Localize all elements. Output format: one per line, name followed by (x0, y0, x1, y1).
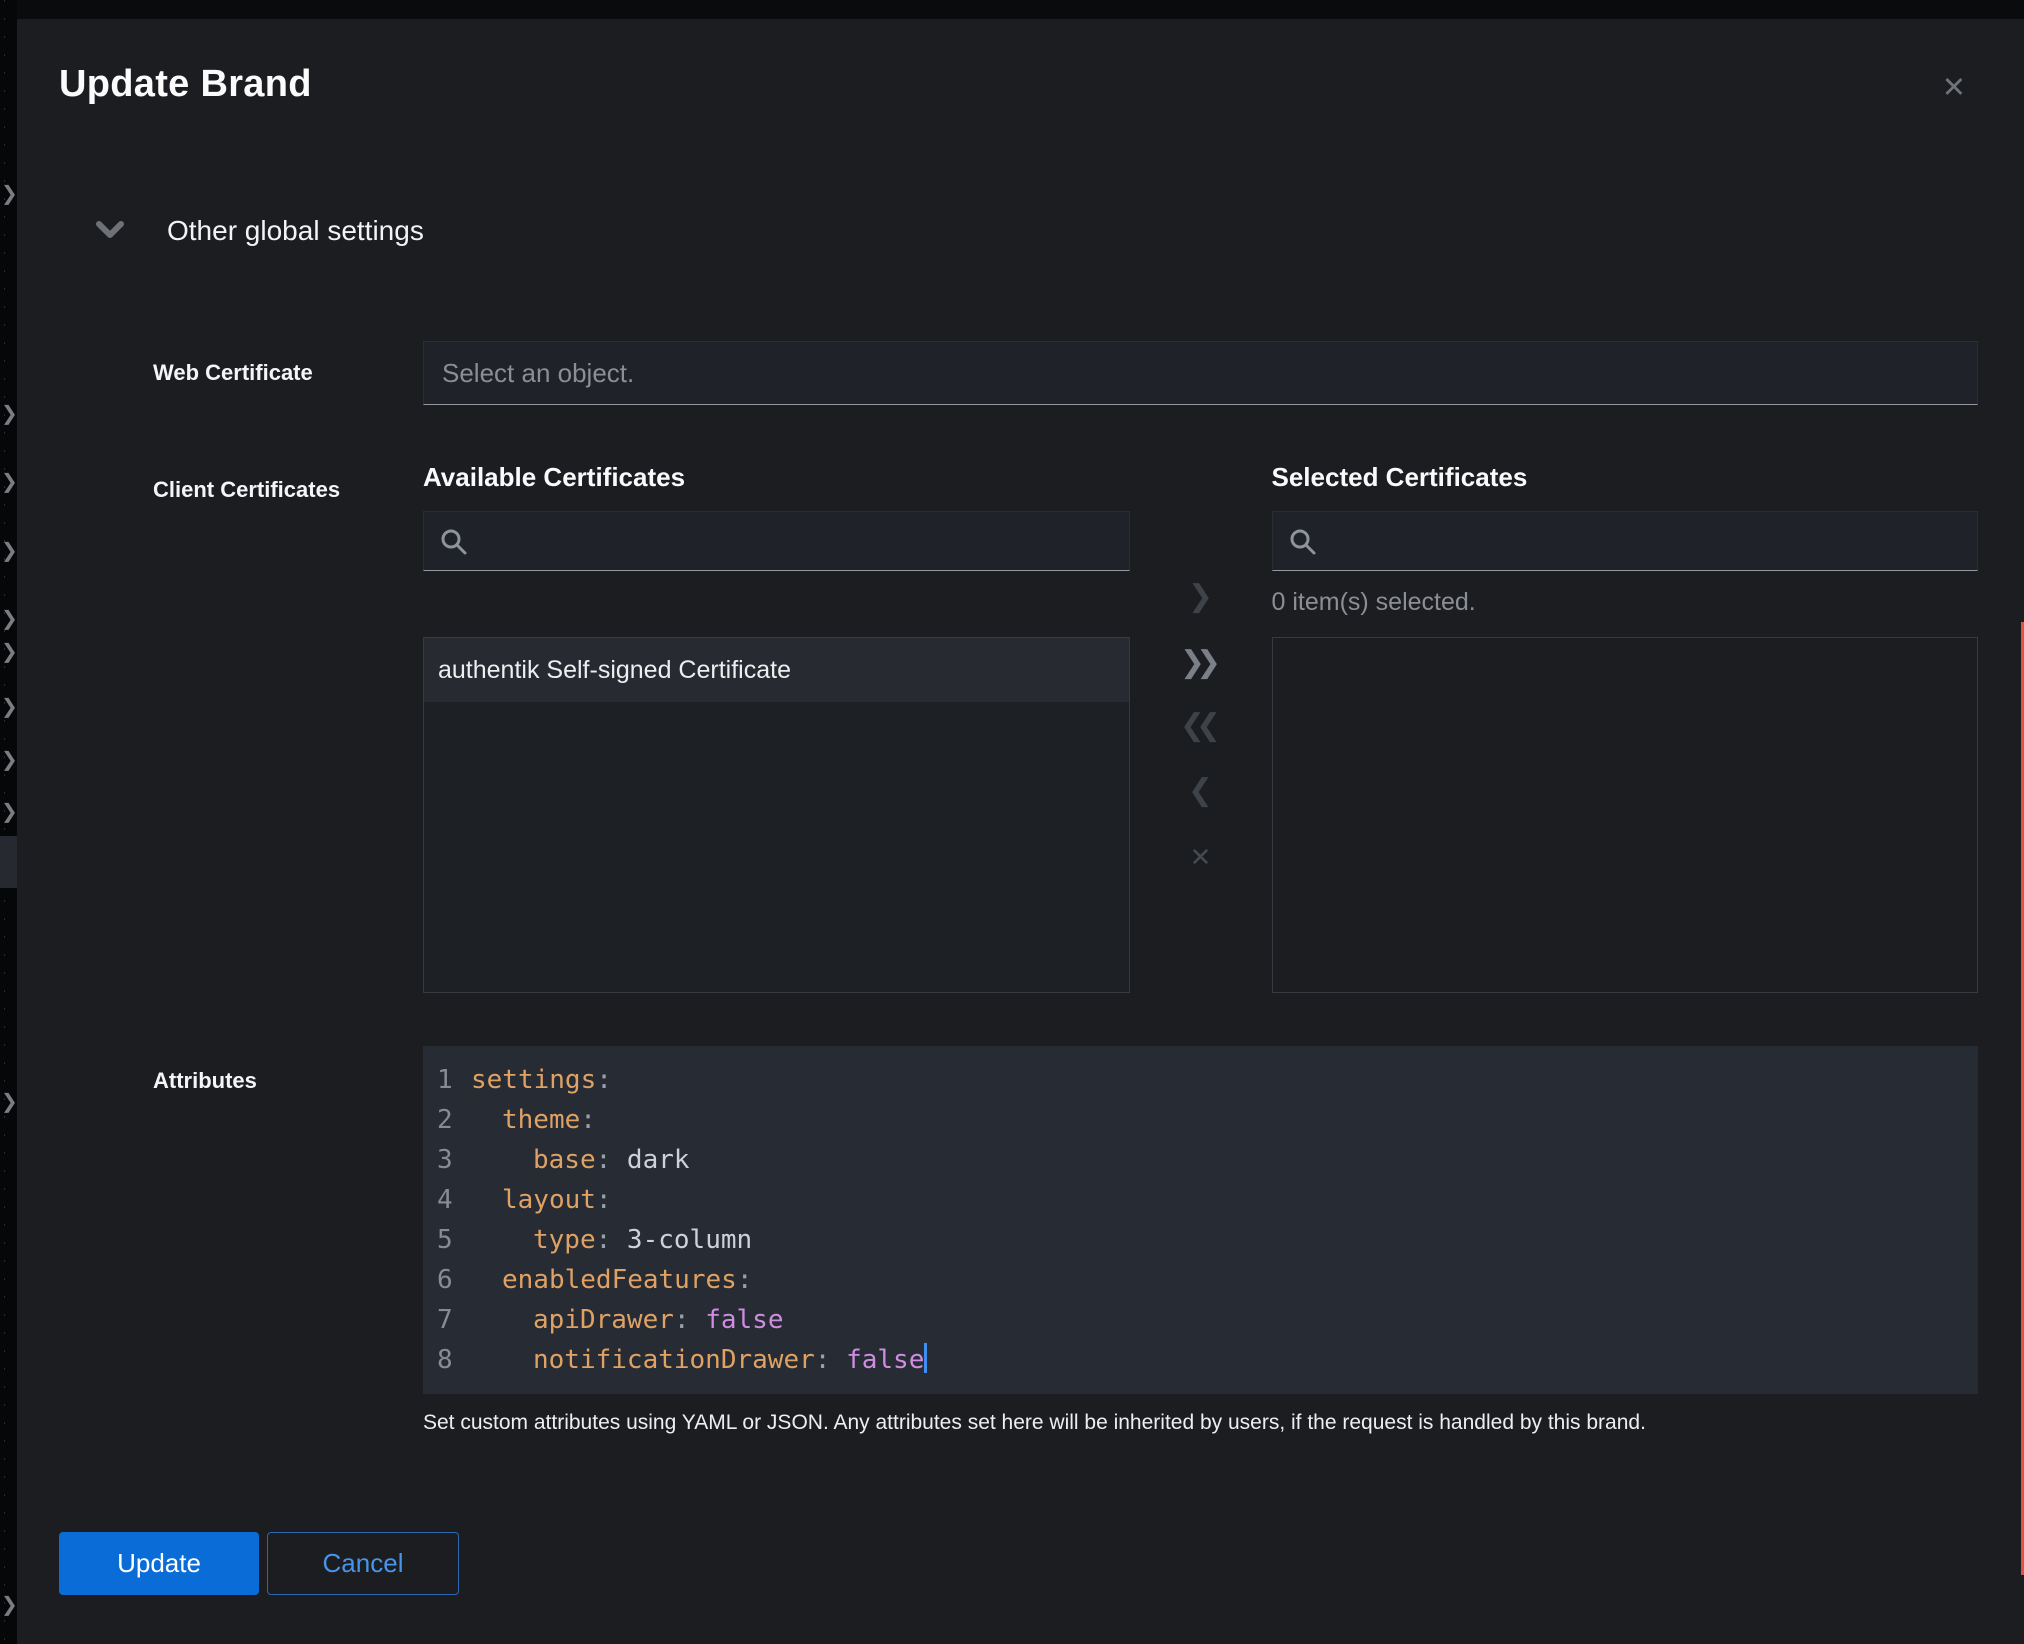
attributes-row: Attributes 1settings:2theme:3base: dark4… (153, 1046, 1978, 1436)
certificate-list-item[interactable]: authentik Self-signed Certificate (424, 638, 1129, 702)
remove-all-button[interactable]: ✕ (1171, 840, 1231, 876)
attributes-field: 1settings:2theme:3base: dark4layout:5typ… (423, 1046, 1978, 1436)
chevron-right-icon: ❯ (1, 801, 17, 821)
chevron-right-icon: ❯ (1, 471, 17, 491)
page-title: Update Brand (59, 61, 312, 107)
chevron-right-icon: ❯ (1, 641, 17, 661)
chevron-right-icon: ❯ (1, 1594, 17, 1614)
sidebar-highlighted-row (0, 836, 17, 888)
transfer-controls: ❯❯❯❮❮❮✕ (1130, 461, 1272, 993)
section-label: Other global settings (167, 215, 424, 247)
web-certificate-label: Web Certificate (153, 360, 423, 386)
selected-list[interactable] (1272, 637, 1979, 993)
close-icon: ✕ (1942, 70, 1966, 104)
client-certificates-row: Client Certificates Available Certificat… (153, 461, 1978, 993)
web-certificate-input[interactable] (423, 341, 1978, 405)
chevron-right-icon: ❯ (1, 540, 17, 560)
web-certificate-row: Web Certificate (153, 341, 1978, 405)
available-certificates-header: Available Certificates (423, 461, 1130, 493)
attributes-label: Attributes (153, 1046, 423, 1436)
code-line: 7apiDrawer: false (437, 1300, 1978, 1340)
code-line: 2theme: (437, 1100, 1978, 1140)
selected-search-box (1272, 511, 1979, 571)
close-button[interactable]: ✕ (1942, 73, 1966, 102)
chevron-right-icon: ❯ (1, 1091, 17, 1111)
selected-certificates-header: Selected Certificates (1272, 461, 1979, 493)
dual-list-selector: Available Certificates authentik Self-si… (423, 461, 1978, 993)
chevron-right-icon: ❯ (1, 403, 17, 423)
text-cursor (924, 1343, 927, 1373)
attributes-editor-code[interactable]: 1settings:2theme:3base: dark4layout:5typ… (423, 1046, 1978, 1394)
chevron-right-icon: ❯ (1, 749, 17, 769)
available-list[interactable]: authentik Self-signed Certificate (423, 637, 1130, 993)
move-all-left-button[interactable]: ❮❮ (1171, 708, 1231, 744)
selected-status: 0 item(s) selected. (1272, 587, 1979, 618)
code-line: 6enabledFeatures: (437, 1260, 1978, 1300)
chevron-right-icon: ❯ (1, 608, 17, 628)
code-line: 1settings: (437, 1060, 1978, 1100)
chevron-right-icon: ❯ (1, 183, 17, 203)
chevron-right-icon: ❯ (1, 696, 17, 716)
available-search-box (423, 511, 1130, 571)
selected-pane: Selected Certificates 0 item(s) selected… (1272, 461, 1979, 993)
move-all-right-button[interactable]: ❯❯ (1171, 645, 1231, 681)
client-certificates-label: Client Certificates (153, 461, 423, 993)
cancel-button[interactable]: Cancel (267, 1532, 459, 1595)
available-search-input[interactable] (424, 512, 1129, 570)
code-line: 3base: dark (437, 1140, 1978, 1180)
selected-search-input[interactable] (1273, 512, 1978, 570)
available-pane: Available Certificates authentik Self-si… (423, 461, 1130, 993)
code-line: 5type: 3-column (437, 1220, 1978, 1260)
update-button[interactable]: Update (59, 1532, 259, 1595)
brand-form: Web Certificate Client Certificates Avai… (153, 341, 1978, 1436)
code-line: 8notificationDrawer: false (437, 1340, 1978, 1380)
chevron-down-icon (95, 220, 125, 243)
code-line: 4layout: (437, 1180, 1978, 1220)
background-sidebar: ❯ ❯ ❯ ❯ ❯ ❯ ❯ ❯ ❯ ❯ ❯ (0, 0, 17, 1644)
update-brand-modal: Update Brand ✕ Other global settings Web… (17, 19, 2024, 1644)
move-selected-right-button[interactable]: ❯ (1171, 579, 1231, 615)
modal-footer: Update Cancel (59, 1532, 1978, 1595)
section-toggle-other-global-settings[interactable]: Other global settings (95, 215, 424, 247)
move-selected-left-button[interactable]: ❮ (1171, 773, 1231, 809)
modal-header: Update Brand ✕ (59, 61, 1978, 107)
attributes-help-text: Set custom attributes using YAML or JSON… (423, 1410, 1978, 1436)
